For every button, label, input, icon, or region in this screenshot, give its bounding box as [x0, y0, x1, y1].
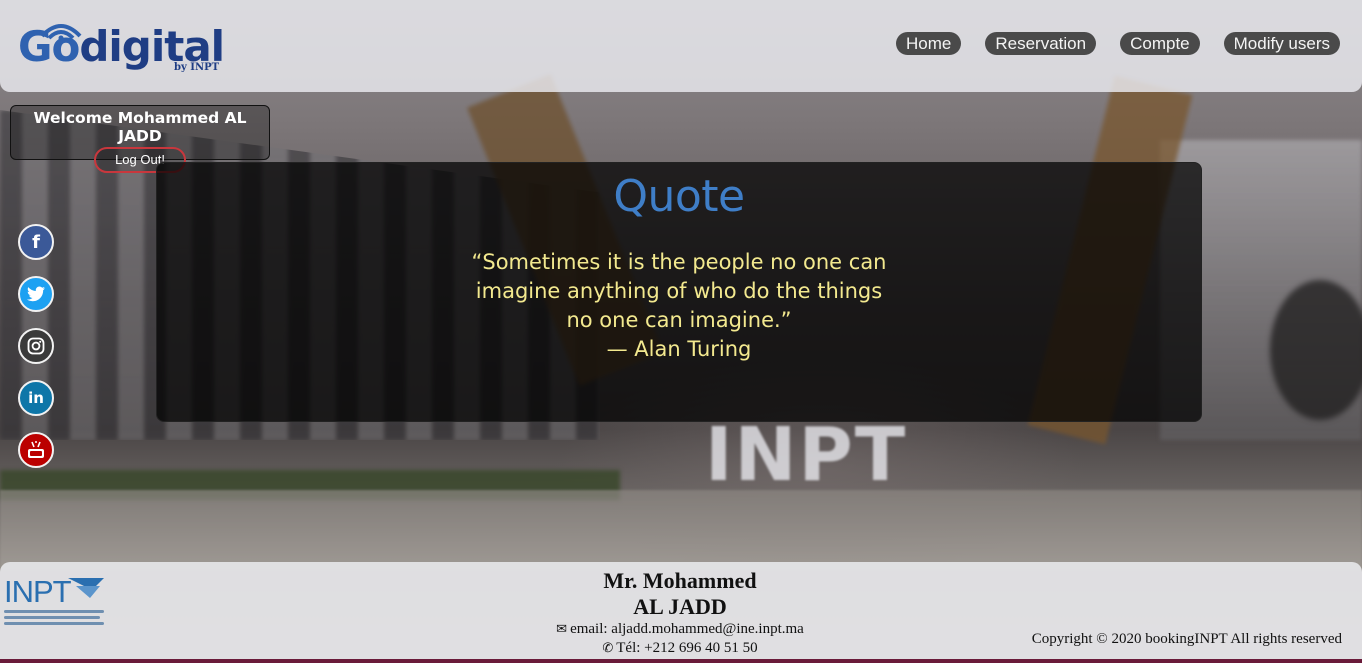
- youtube-icon[interactable]: [18, 432, 54, 468]
- logo-text-go: Go: [18, 22, 80, 71]
- nav-link-modify-users[interactable]: Modify users: [1223, 32, 1340, 55]
- quote-line-1: “Sometimes it is the people no one can: [471, 250, 887, 274]
- instagram-icon[interactable]: [18, 328, 54, 364]
- contact-email[interactable]: email: aljadd.mohammed@ine.inpt.ma: [570, 621, 804, 637]
- godigital-logo[interactable]: Godigital by INPT: [16, 16, 226, 78]
- contact-phone-row: ✆ Tél: +212 696 40 51 50: [480, 639, 880, 658]
- contact-phone: Tél: +212 696 40 51 50: [616, 640, 758, 656]
- top-header: Godigital by INPT Home Reservation Compt…: [0, 0, 1362, 92]
- instagram-camera-glyph: [27, 337, 45, 355]
- contact-info: Mr. Mohammed AL JADD ✉ email: aljadd.moha…: [480, 568, 880, 658]
- quote-line-2: imagine anything of who do the things: [475, 279, 883, 303]
- contact-name-line-1: Mr. Mohammed: [603, 568, 757, 593]
- inpt-arrows-icon: [68, 578, 104, 598]
- inpt-logo[interactable]: INPT: [4, 574, 108, 630]
- welcome-message: Welcome Mohammed AL JADD: [33, 109, 247, 145]
- quote-line-3: no one can imagine.”: [566, 308, 792, 332]
- contact-email-row: ✉ email: aljadd.mohammed@ine.inpt.ma: [480, 620, 880, 639]
- phone-icon: ✆: [602, 641, 614, 656]
- background-road: [0, 490, 1362, 570]
- contact-name-line-2: AL JADD: [633, 594, 727, 619]
- twitter-bird-glyph: [27, 286, 45, 302]
- quote-panel: Quote “Sometimes it is the people no one…: [156, 162, 1202, 422]
- quote-title: Quote: [613, 171, 745, 222]
- quote-body: “Sometimes it is the people no one can i…: [419, 248, 939, 364]
- quote-author: — Alan Turing: [606, 337, 752, 361]
- linkedin-icon[interactable]: in: [18, 380, 54, 416]
- social-links: f in: [18, 224, 56, 484]
- youtube-logo-glyph: [28, 441, 44, 458]
- copyright-text: Copyright © 2020 bookingINPT All rights …: [1031, 631, 1342, 647]
- background-tree: [1270, 280, 1362, 420]
- twitter-icon[interactable]: [18, 276, 54, 312]
- facebook-icon[interactable]: f: [18, 224, 54, 260]
- inpt-logo-subtitle-lines: [4, 610, 108, 628]
- welcome-box: Welcome Mohammed AL JADD Log Out!: [10, 105, 270, 173]
- nav-link-compte[interactable]: Compte: [1120, 32, 1200, 55]
- logo-subtitle: by INPT: [174, 62, 220, 73]
- page-footer: INPT Mr. Mohammed AL JADD ✉ email: aljadd…: [0, 562, 1362, 663]
- nav-link-home[interactable]: Home: [896, 32, 962, 55]
- envelope-icon: ✉: [556, 622, 568, 637]
- background-sign-text: INPT: [705, 412, 908, 498]
- inpt-logo-text: INPT: [4, 574, 72, 609]
- nav-link-reservation[interactable]: Reservation: [985, 32, 1097, 55]
- main-nav: Home Reservation Compte Modify users: [896, 32, 1340, 55]
- footer-accent-bar: [0, 659, 1362, 663]
